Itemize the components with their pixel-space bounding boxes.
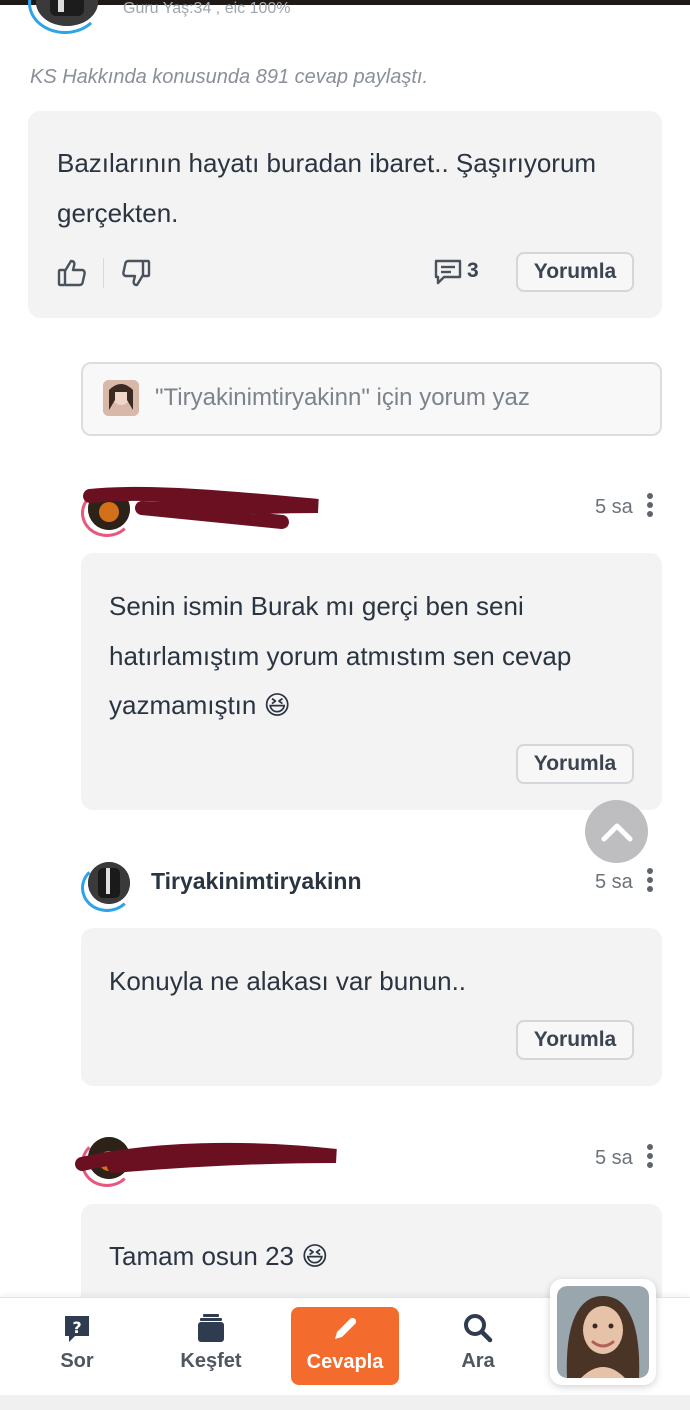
comment-2-avatar[interactable] — [88, 862, 130, 904]
comment-2-username[interactable]: Tiryakinimtiryakinn — [151, 868, 362, 895]
redacted-username-scribble-1 — [83, 486, 319, 529]
nav-kesfet-label: Keşfet — [180, 1350, 242, 1372]
nav-sor[interactable]: ? Sor — [22, 1312, 132, 1392]
redacted-username-scribble-2 — [75, 1142, 337, 1173]
chevron-up-icon — [601, 823, 632, 841]
reply-input-placeholder[interactable]: "Tiryakinimtiryakinn" için yorum yaz — [155, 384, 530, 412]
answer-text-line-2: gerçekten. — [57, 198, 179, 228]
nav-cevapla[interactable]: Cevapla — [291, 1307, 399, 1385]
comment-2-card — [81, 928, 662, 1086]
header-user-meta: Guru Yaş:34 , eic 100% — [123, 0, 291, 17]
system-bottom-strip — [0, 1395, 690, 1410]
search-icon — [464, 1314, 493, 1343]
comment-2-reply-button[interactable]: Yorumla — [516, 1020, 634, 1060]
comment-1-time: 5 sa — [595, 496, 633, 518]
current-user-avatar — [103, 380, 139, 416]
comment-3-menu-icon[interactable] — [645, 1144, 655, 1172]
comment-2-menu-icon[interactable] — [645, 868, 655, 896]
comment-1-text-line-2: hatırlamıştım yorum atmıstım sen cevap — [109, 641, 572, 671]
pencil-icon — [335, 1317, 357, 1339]
comment-3-text-line-1: Tamam osun 23 😆 — [109, 1241, 329, 1271]
nav-cevapla-label: Cevapla — [306, 1351, 384, 1373]
comment-2-text-line-1: Konuyla ne alakası var bunun.. — [109, 966, 467, 996]
comment-3-time: 5 sa — [595, 1147, 633, 1169]
nav-kesfet[interactable]: Keşfet — [156, 1312, 266, 1392]
comment-1-text-line-1: Senin ismin Burak mı gerçi ben seni — [109, 591, 524, 621]
nav-ara-label: Ara — [461, 1350, 495, 1372]
stack-icon — [198, 1314, 224, 1342]
profile-photo — [557, 1286, 649, 1378]
comment-1-text-line-3: yazmamıştın 😆 — [109, 690, 291, 720]
profile-promo-card[interactable] — [550, 1279, 656, 1385]
like-icon[interactable] — [55, 256, 89, 290]
dislike-icon[interactable] — [119, 256, 153, 290]
activity-text: KS Hakkında konusunda 891 cevap paylaştı… — [30, 66, 429, 88]
comment-1-reply-button[interactable]: Yorumla — [516, 744, 634, 784]
vote-divider — [103, 258, 104, 288]
top-status-bar — [0, 0, 690, 5]
nav-ara[interactable]: Ara — [423, 1312, 533, 1392]
answer-text-line-1: Bazılarının hayatı buradan ibaret.. Şaşı… — [57, 148, 597, 178]
svg-text:?: ? — [72, 1318, 81, 1337]
comment-1-menu-icon[interactable] — [645, 493, 655, 521]
answer-comment-button[interactable]: Yorumla — [516, 252, 634, 292]
nav-sor-label: Sor — [60, 1350, 94, 1372]
scroll-to-top-button[interactable] — [585, 800, 648, 863]
comment-count[interactable]: 3 — [467, 259, 479, 283]
comment-2-time: 5 sa — [595, 871, 633, 893]
question-icon: ? — [65, 1316, 89, 1342]
comments-icon[interactable] — [432, 257, 464, 287]
